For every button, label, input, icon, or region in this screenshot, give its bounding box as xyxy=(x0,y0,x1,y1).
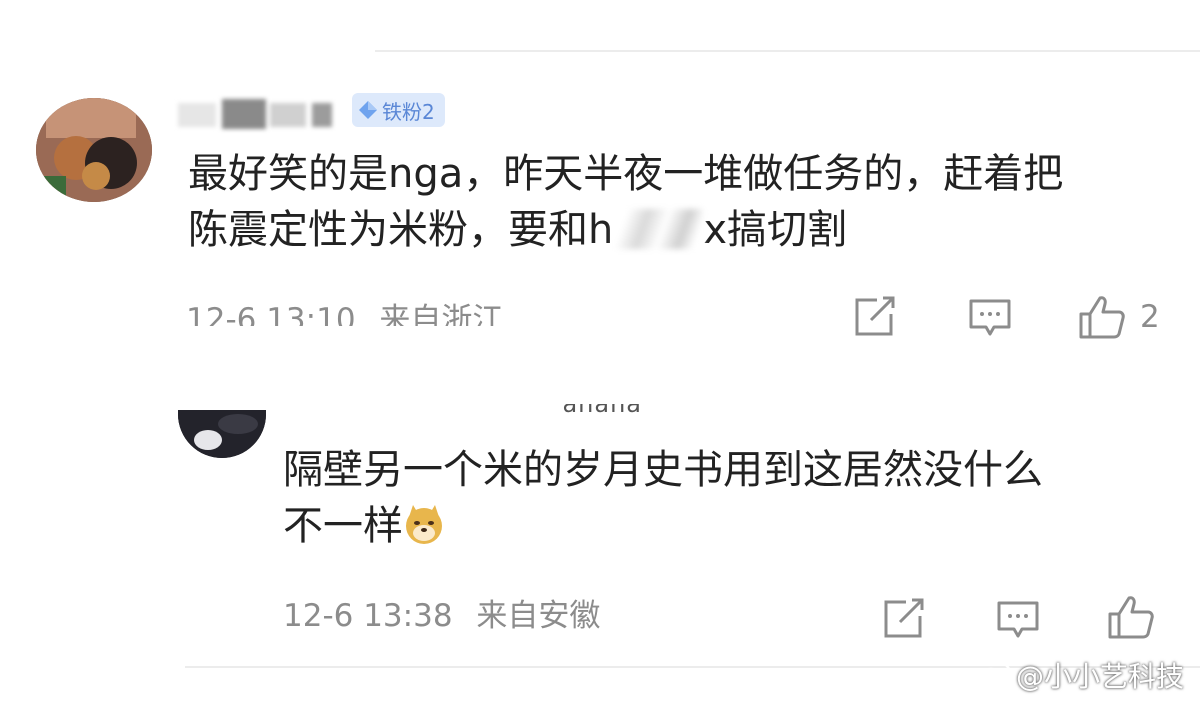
top-divider xyxy=(375,50,1200,52)
comment-button[interactable] xyxy=(996,600,1040,640)
avatar[interactable] xyxy=(36,98,152,202)
username-obscured[interactable] xyxy=(178,97,348,129)
doge-emoji-icon xyxy=(406,505,442,544)
comment-meta: 12-6 13:38 来自安徽 xyxy=(283,596,600,636)
weibo-logo-icon xyxy=(974,661,1011,691)
comment-text: 最好笑的是nga，昨天半夜一堆做任务的，赶着把 陈震定性为米粉，要和h x搞切割 xyxy=(188,146,1188,258)
share-button[interactable] xyxy=(853,296,897,338)
watermark-text: @小小艺科技 xyxy=(1015,660,1184,693)
timestamp: 12-6 13:10 xyxy=(186,302,356,326)
comment-text-line-2-end: x搞切割 xyxy=(703,207,848,253)
comment-text-line-2: 陈震定性为米粉，要和h x搞切割 xyxy=(188,202,1188,258)
thumbs-up-icon xyxy=(1079,296,1125,339)
comment-text-line-2-start: 陈震定性为米粉，要和h xyxy=(188,207,614,253)
avatar[interactable] xyxy=(178,410,266,458)
username-partial[interactable]: anana xyxy=(372,404,642,418)
location: 来自浙江 xyxy=(379,302,504,326)
share-button[interactable] xyxy=(882,598,926,640)
comment-text-line-1: 最好笑的是nga，昨天半夜一堆做任务的，赶着把 xyxy=(188,151,1064,197)
like-button[interactable] xyxy=(1107,594,1155,640)
watermark: @小小艺科技 xyxy=(974,655,1184,695)
thumbs-up-icon xyxy=(1108,596,1154,639)
comment-button[interactable] xyxy=(968,298,1012,338)
username-fragment: anana xyxy=(562,404,642,418)
comment-text-line-2-start: 不一样 xyxy=(283,503,403,549)
comment-text-line-2: 不一样 xyxy=(283,498,1183,554)
timestamp: 12-6 13:38 xyxy=(283,598,453,634)
fan-level-badge[interactable]: 铁粉2 xyxy=(352,93,445,127)
share-icon xyxy=(884,598,924,638)
comment-meta: 12-6 13:10 来自浙江 xyxy=(186,300,503,326)
location: 来自安徽 xyxy=(476,598,601,634)
share-icon xyxy=(855,296,895,336)
comment-text: 隔壁另一个米的岁月史书用到这居然没什么 不一样 xyxy=(283,442,1183,554)
like-button[interactable]: 2 xyxy=(1078,294,1160,340)
diamond-icon xyxy=(359,101,377,119)
comment-icon xyxy=(997,601,1039,638)
comment-text-line-1: 隔壁另一个米的岁月史书用到这居然没什么 xyxy=(283,447,1043,493)
badge-label: 铁粉2 xyxy=(382,99,435,124)
like-count: 2 xyxy=(1140,299,1160,335)
comment-icon xyxy=(969,299,1011,336)
avatar-image xyxy=(178,410,266,458)
obscured-text xyxy=(613,209,704,249)
avatar-image xyxy=(36,98,152,202)
